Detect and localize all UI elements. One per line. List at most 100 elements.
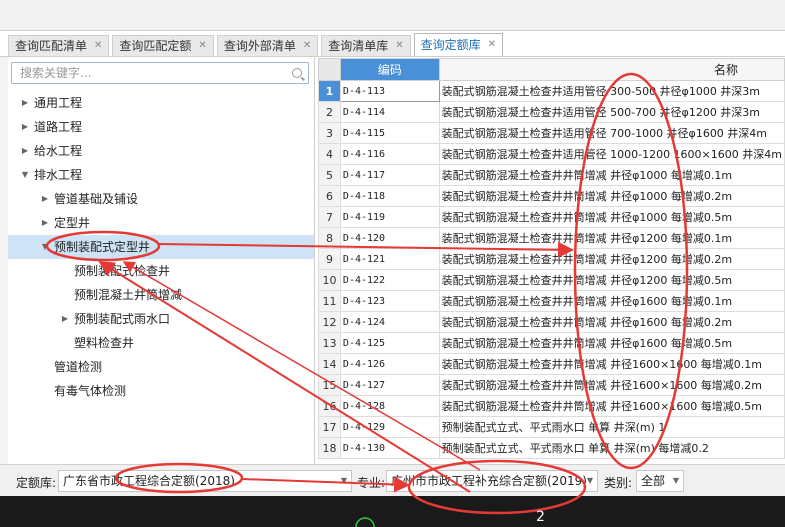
column-header-name[interactable]: 名称 bbox=[438, 58, 785, 81]
cell-code[interactable]: D-4-117 bbox=[339, 164, 440, 186]
cell-name[interactable]: 装配式钢筋混凝土检查井井筒增减 井径φ1600 每增减0.2m bbox=[438, 311, 785, 333]
cell-code[interactable]: D-4-115 bbox=[339, 122, 440, 144]
table-row[interactable]: 15 D-4-127 装配式钢筋混凝土检查井井筒增减 井径1600×1600 每增减… bbox=[318, 374, 785, 396]
table-row[interactable]: 1 D-4-113 装配式钢筋混凝土检查井适用管径 300-500 井径φ1000 … bbox=[318, 80, 785, 102]
column-header-code[interactable]: 编码 bbox=[339, 58, 440, 81]
chevron-right-icon[interactable]: ▶ bbox=[20, 91, 30, 115]
table-row[interactable]: 11 D-4-123 装配式钢筋混凝土检查井井筒增减 井径φ1600 每增减0.1m bbox=[318, 290, 785, 312]
tab-label: 查询匹配清单 bbox=[15, 39, 88, 53]
table-row[interactable]: 13 D-4-125 装配式钢筋混凝土检查井井筒增减 井径φ1600 每增减0.5m bbox=[318, 332, 785, 354]
category-value: 全部 bbox=[641, 474, 666, 488]
table-row[interactable]: 18 D-4-130 预制装配式立式、平式雨水口 单算 井深(m) 每增减0.2 bbox=[318, 437, 785, 459]
table-row[interactable]: 17 D-4-129 预制装配式立式、平式雨水口 单算 井深(m) 1 bbox=[318, 416, 785, 438]
cell-code[interactable]: D-4-129 bbox=[339, 416, 440, 438]
tree-node[interactable]: ▶ 通用工程 bbox=[8, 91, 314, 115]
chevron-right-icon[interactable]: ▶ bbox=[40, 187, 50, 211]
close-icon[interactable]: ✕ bbox=[94, 36, 102, 56]
tree-node-label: 管道检测 bbox=[54, 360, 103, 374]
cell-name[interactable]: 装配式钢筋混凝土检查井井筒增减 井径φ1600 每增减0.1m bbox=[438, 290, 785, 312]
tree-node[interactable]: ▼ 排水工程 bbox=[8, 163, 314, 187]
cell-name[interactable]: 装配式钢筋混凝土检查井井筒增减 井径φ1000 每增减0.5m bbox=[438, 206, 785, 228]
tab-query-bill-library[interactable]: 查询清单库 ✕ bbox=[321, 35, 411, 56]
cell-code[interactable]: D-4-127 bbox=[339, 374, 440, 396]
tree-node[interactable]: ▶ 预制装配式雨水口 bbox=[8, 307, 314, 331]
tree-node[interactable]: ▶ 给水工程 bbox=[8, 139, 314, 163]
close-icon[interactable]: ✕ bbox=[395, 36, 403, 56]
tab-query-quota-library[interactable]: 查询定额库 ✕ bbox=[413, 33, 504, 56]
major-select[interactable]: 广州市市政工程补充综合定额(2019) ▼ bbox=[386, 470, 598, 492]
cell-code[interactable]: D-4-118 bbox=[339, 185, 440, 207]
tree-node-label: 排水工程 bbox=[34, 168, 83, 182]
chevron-right-icon[interactable]: ▶ bbox=[20, 115, 30, 139]
search-icon[interactable] bbox=[292, 68, 302, 78]
cell-name[interactable]: 预制装配式立式、平式雨水口 单算 井深(m) 每增减0.2 bbox=[438, 437, 785, 459]
cell-name[interactable]: 装配式钢筋混凝土检查井井筒增减 井径φ1000 每增减0.2m bbox=[438, 185, 785, 207]
cell-code[interactable]: D-4-122 bbox=[339, 269, 440, 291]
tab-query-matched-bill[interactable]: 查询匹配清单 ✕ bbox=[8, 35, 110, 56]
cell-name[interactable]: 装配式钢筋混凝土检查井适用管径 1000-1200 1600×1600 井深4m bbox=[438, 143, 785, 165]
table-row[interactable]: 3 D-4-115 装配式钢筋混凝土检查井适用管径 700-1000 井径φ1600… bbox=[318, 122, 785, 144]
tab-query-matched-quota[interactable]: 查询匹配定额 ✕ bbox=[112, 35, 214, 56]
cell-name[interactable]: 装配式钢筋混凝土检查井适用管径 700-1000 井径φ1600 井深4m bbox=[438, 122, 785, 144]
chevron-down-icon[interactable]: ▼ bbox=[40, 235, 50, 259]
cell-code[interactable]: D-4-120 bbox=[339, 227, 440, 249]
cell-name[interactable]: 装配式钢筋混凝土检查井井筒增减 井径1600×1600 每增减0.1m bbox=[438, 353, 785, 375]
tree-node[interactable]: ▶ 定型井 bbox=[8, 211, 314, 235]
cell-code[interactable]: D-4-119 bbox=[339, 206, 440, 228]
cell-code[interactable]: D-4-124 bbox=[339, 311, 440, 333]
table-row[interactable]: 2 D-4-114 装配式钢筋混凝土检查井适用管径 500-700 井径φ1200 … bbox=[318, 101, 785, 123]
tree-node[interactable]: 预制装配式检查井 bbox=[8, 259, 314, 283]
cell-name[interactable]: 预制装配式立式、平式雨水口 单算 井深(m) 1 bbox=[438, 416, 785, 438]
tree-node-label: 定型井 bbox=[54, 216, 91, 230]
cell-code[interactable]: D-4-113 bbox=[339, 80, 440, 102]
tree-node[interactable]: ▶ 道路工程 bbox=[8, 115, 314, 139]
tree-node[interactable]: 管道检测 bbox=[8, 355, 314, 379]
table-row[interactable]: 9 D-4-121 装配式钢筋混凝土检查井井筒增减 井径φ1200 每增减0.2m bbox=[318, 248, 785, 270]
cell-code[interactable]: D-4-121 bbox=[339, 248, 440, 270]
cell-name[interactable]: 装配式钢筋混凝土检查井井筒增减 井径1600×1600 每增减0.2m bbox=[438, 374, 785, 396]
table-row[interactable]: 5 D-4-117 装配式钢筋混凝土检查井井筒增减 井径φ1000 每增减0.1m bbox=[318, 164, 785, 186]
cell-code[interactable]: D-4-123 bbox=[339, 290, 440, 312]
cell-code[interactable]: D-4-114 bbox=[339, 101, 440, 123]
table-row[interactable]: 10 D-4-122 装配式钢筋混凝土检查井井筒增减 井径φ1200 每增减0.5m bbox=[318, 269, 785, 291]
cell-name[interactable]: 装配式钢筋混凝土检查井适用管径 300-500 井径φ1000 井深3m bbox=[438, 80, 785, 102]
query-tab-bar: 查询匹配清单 ✕ 查询匹配定额 ✕ 查询外部清单 ✕ 查询清单库 ✕ 查询定额库 ✕ bbox=[8, 33, 506, 56]
tree-node[interactable]: ▶ 管道基础及铺设 bbox=[8, 187, 314, 211]
cell-code[interactable]: D-4-126 bbox=[339, 353, 440, 375]
close-icon[interactable]: ✕ bbox=[303, 36, 311, 56]
tab-query-external-bill[interactable]: 查询外部清单 ✕ bbox=[216, 35, 319, 56]
chevron-right-icon[interactable]: ▶ bbox=[60, 307, 70, 331]
tree-node-label: 预制混凝土井筒增减 bbox=[74, 288, 183, 302]
cell-code[interactable]: D-4-130 bbox=[339, 437, 440, 459]
chevron-right-icon[interactable]: ▶ bbox=[20, 139, 30, 163]
cell-name[interactable]: 装配式钢筋混凝土检查井井筒增减 井径φ1200 每增减0.2m bbox=[438, 248, 785, 270]
table-row[interactable]: 7 D-4-119 装配式钢筋混凝土检查井井筒增减 井径φ1000 每增减0.5m bbox=[318, 206, 785, 228]
close-icon[interactable]: ✕ bbox=[488, 34, 496, 56]
tree-node[interactable]: ▼ 预制装配式定型井 bbox=[8, 235, 314, 259]
tree-node[interactable]: 预制混凝土井筒增减 bbox=[8, 283, 314, 307]
cell-name[interactable]: 装配式钢筋混凝土检查井井筒增减 井径φ1200 每增减0.1m bbox=[438, 227, 785, 249]
cell-name[interactable]: 装配式钢筋混凝土检查井井筒增减 井径1600×1600 每增减0.5m bbox=[438, 395, 785, 417]
quota-library-select[interactable]: 广东省市政工程综合定额(2018) ▼ bbox=[58, 470, 352, 492]
cell-code[interactable]: D-4-128 bbox=[339, 395, 440, 417]
table-row[interactable]: 4 D-4-116 装配式钢筋混凝土检查井适用管径 1000-1200 1600×1… bbox=[318, 143, 785, 165]
search-input[interactable] bbox=[18, 65, 292, 81]
tree-node[interactable]: 塑料检查井 bbox=[8, 331, 314, 355]
chevron-right-icon[interactable]: ▶ bbox=[40, 211, 50, 235]
category-select[interactable]: 全部 ▼ bbox=[636, 470, 684, 492]
cell-name[interactable]: 装配式钢筋混凝土检查井适用管径 500-700 井径φ1200 井深3m bbox=[438, 101, 785, 123]
table-row[interactable]: 6 D-4-118 装配式钢筋混凝土检查井井筒增减 井径φ1000 每增减0.2m bbox=[318, 185, 785, 207]
cell-name[interactable]: 装配式钢筋混凝土检查井井筒增减 井径φ1200 每增减0.5m bbox=[438, 269, 785, 291]
table-row[interactable]: 12 D-4-124 装配式钢筋混凝土检查井井筒增减 井径φ1600 每增减0.2m bbox=[318, 311, 785, 333]
close-icon[interactable]: ✕ bbox=[198, 36, 206, 56]
row-number: 16 bbox=[318, 395, 341, 417]
table-row[interactable]: 16 D-4-128 装配式钢筋混凝土检查井井筒增减 井径1600×1600 每增减… bbox=[318, 395, 785, 417]
cell-code[interactable]: D-4-125 bbox=[339, 332, 440, 354]
cell-name[interactable]: 装配式钢筋混凝土检查井井筒增减 井径φ1600 每增减0.5m bbox=[438, 332, 785, 354]
chevron-down-icon[interactable]: ▼ bbox=[20, 163, 30, 187]
table-row[interactable]: 14 D-4-126 装配式钢筋混凝土检查井井筒增减 井径1600×1600 每增减… bbox=[318, 353, 785, 375]
table-row[interactable]: 8 D-4-120 装配式钢筋混凝土检查井井筒增减 井径φ1200 每增减0.1m bbox=[318, 227, 785, 249]
cell-name[interactable]: 装配式钢筋混凝土检查井井筒增减 井径φ1000 每增减0.1m bbox=[438, 164, 785, 186]
tree-node[interactable]: 有毒气体检测 bbox=[8, 379, 314, 403]
cell-code[interactable]: D-4-116 bbox=[339, 143, 440, 165]
